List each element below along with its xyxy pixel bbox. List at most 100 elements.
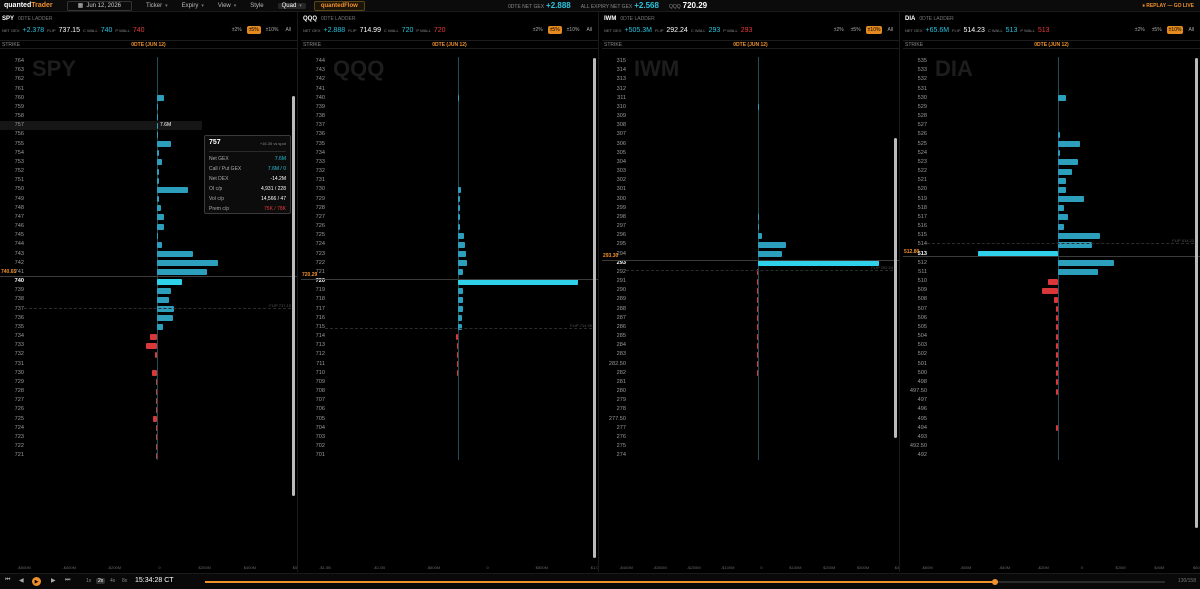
- gex-bar[interactable]: [154, 351, 157, 358]
- range-option[interactable]: ±10%: [565, 26, 582, 34]
- gex-bar[interactable]: [458, 232, 464, 239]
- gex-bar[interactable]: [757, 370, 758, 377]
- range-option[interactable]: ±2%: [230, 26, 244, 34]
- gex-bar[interactable]: [156, 406, 157, 413]
- scrollbar[interactable]: [593, 57, 596, 558]
- gex-bar[interactable]: [458, 95, 459, 102]
- range-option[interactable]: ±5%: [849, 26, 863, 34]
- gex-bar[interactable]: [1058, 214, 1068, 221]
- gex-bar[interactable]: [1058, 186, 1066, 193]
- gex-bar[interactable]: [157, 241, 162, 248]
- gex-bar[interactable]: [157, 113, 159, 120]
- range-option[interactable]: All: [283, 26, 293, 34]
- gex-bar[interactable]: [458, 251, 466, 258]
- gex-bar[interactable]: [157, 122, 159, 129]
- view-menu[interactable]: View ▾: [218, 3, 236, 9]
- gex-bar[interactable]: [757, 278, 758, 285]
- speed-8x[interactable]: 8x: [120, 578, 129, 584]
- gex-bar[interactable]: [157, 177, 159, 184]
- gex-bar[interactable]: [157, 315, 173, 322]
- gex-bar[interactable]: [758, 214, 760, 221]
- gex-bar[interactable]: [1056, 361, 1058, 368]
- playback-scrubber[interactable]: [205, 579, 1165, 585]
- gex-bar[interactable]: [1058, 159, 1078, 166]
- range-option[interactable]: ±10%: [1166, 26, 1184, 34]
- gex-bar[interactable]: [458, 223, 460, 230]
- gex-bar[interactable]: [157, 159, 162, 166]
- gex-bar[interactable]: [458, 260, 467, 267]
- gex-bar[interactable]: [757, 351, 758, 358]
- style-menu[interactable]: Style: [250, 3, 263, 9]
- gex-bar[interactable]: [149, 333, 157, 340]
- gex-bar[interactable]: [1058, 232, 1100, 239]
- gex-bar[interactable]: [757, 342, 758, 349]
- quanted-flow-button[interactable]: quantedFlow: [313, 0, 365, 11]
- gex-bar[interactable]: [1056, 379, 1058, 386]
- gex-bar[interactable]: [457, 361, 458, 368]
- ticker-menu[interactable]: Ticker ▾: [146, 3, 168, 9]
- gex-bar[interactable]: [1058, 205, 1064, 212]
- gex-bar[interactable]: [458, 241, 465, 248]
- range-option[interactable]: All: [584, 26, 594, 34]
- gex-bar[interactable]: [157, 223, 165, 230]
- gex-bar[interactable]: [1058, 260, 1114, 267]
- layout-select[interactable]: Quad ▾: [277, 2, 306, 9]
- gex-bar[interactable]: [758, 223, 760, 230]
- gex-bar[interactable]: [458, 205, 460, 212]
- gex-bar[interactable]: [758, 104, 759, 111]
- play-button[interactable]: ▶: [32, 577, 41, 586]
- gex-bar[interactable]: [157, 214, 165, 221]
- step-back-icon[interactable]: ◀: [19, 577, 24, 584]
- gex-bar[interactable]: [458, 296, 463, 303]
- gex-bar[interactable]: [157, 104, 159, 111]
- gex-bar[interactable]: [156, 425, 157, 432]
- range-option[interactable]: All: [1186, 26, 1196, 34]
- gex-bar[interactable]: [1042, 287, 1058, 294]
- gex-bar[interactable]: [1058, 168, 1072, 175]
- gex-bar[interactable]: [157, 251, 193, 258]
- gex-bar[interactable]: [156, 434, 157, 441]
- range-option[interactable]: ±5%: [1150, 26, 1164, 34]
- gex-bar[interactable]: [157, 260, 219, 267]
- gex-bar[interactable]: [152, 370, 157, 377]
- gex-bar[interactable]: [1058, 177, 1066, 184]
- gex-bar[interactable]: [458, 186, 461, 193]
- gex-bar[interactable]: [757, 296, 758, 303]
- gex-bar[interactable]: [1054, 296, 1058, 303]
- gex-bar[interactable]: [156, 452, 157, 459]
- gex-bar[interactable]: [757, 306, 758, 313]
- gex-bar[interactable]: [157, 95, 165, 102]
- step-forward-icon[interactable]: ▶: [51, 577, 56, 584]
- gex-bar[interactable]: [153, 416, 157, 423]
- range-option[interactable]: ±2%: [1133, 26, 1147, 34]
- scrollbar[interactable]: [1195, 57, 1198, 528]
- gex-bar[interactable]: [457, 351, 458, 358]
- gex-bar[interactable]: [458, 269, 463, 276]
- gex-bar[interactable]: [1056, 342, 1058, 349]
- gex-bar[interactable]: [458, 306, 463, 313]
- gex-bar[interactable]: [157, 324, 163, 331]
- gex-bar[interactable]: [458, 287, 463, 294]
- gex-bar[interactable]: [456, 333, 458, 340]
- range-option[interactable]: ±5%: [547, 26, 562, 34]
- gex-bar[interactable]: [156, 388, 157, 395]
- gex-bar[interactable]: [1048, 278, 1058, 285]
- gex-bar[interactable]: [157, 278, 183, 285]
- gex-bar[interactable]: [155, 379, 157, 386]
- gex-bar[interactable]: [157, 196, 160, 203]
- scrollbar[interactable]: [894, 137, 897, 438]
- range-option[interactable]: ±10%: [865, 26, 883, 34]
- gex-bar[interactable]: [457, 370, 458, 377]
- gex-bar[interactable]: [758, 232, 762, 239]
- gex-bar[interactable]: [1056, 351, 1058, 358]
- gex-bar[interactable]: [757, 324, 758, 331]
- gex-bar[interactable]: [157, 296, 169, 303]
- gex-bar[interactable]: [758, 241, 786, 248]
- speed-2x[interactable]: 2x: [96, 578, 106, 584]
- range-option[interactable]: All: [885, 26, 895, 34]
- gex-bar[interactable]: [157, 150, 159, 157]
- gex-bar[interactable]: [757, 287, 758, 294]
- gex-bar[interactable]: [757, 361, 758, 368]
- gex-bar[interactable]: [146, 342, 157, 349]
- gex-bar[interactable]: [458, 315, 462, 322]
